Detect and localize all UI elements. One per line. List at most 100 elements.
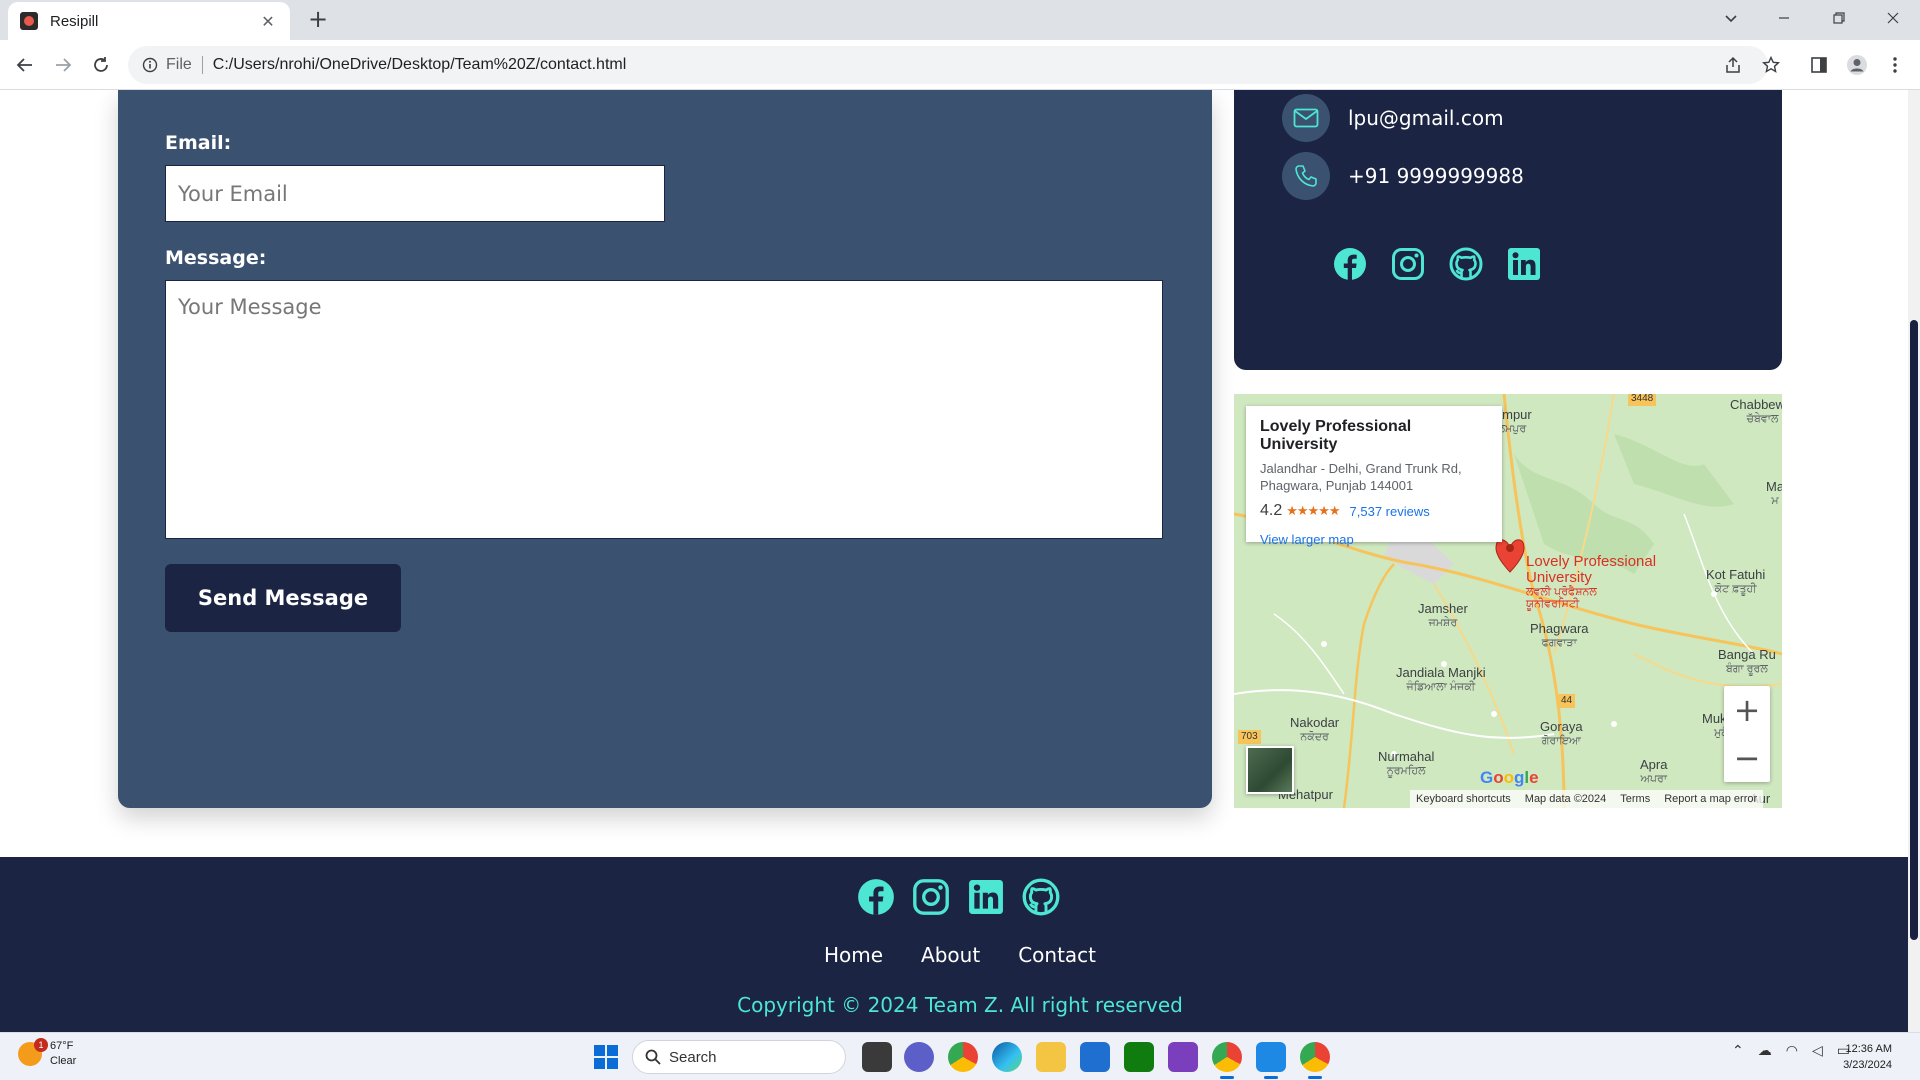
minimize-icon <box>1779 17 1789 19</box>
chrome-icon[interactable] <box>948 1042 978 1072</box>
tab-close-button[interactable]: ✕ <box>258 12 278 31</box>
system-tray: ⌃ ☁ ◠ ◁ ▭ <box>1732 1043 1850 1059</box>
tab-title: Resipill <box>50 12 99 30</box>
email-field[interactable] <box>165 165 665 222</box>
road-badge: 44 <box>1558 694 1576 708</box>
contact-email[interactable]: lpu@gmail.com <box>1348 106 1504 130</box>
xbox-icon[interactable] <box>1124 1042 1154 1072</box>
scrollbar-thumb[interactable] <box>1910 320 1918 940</box>
message-label: Message: <box>165 247 267 269</box>
taskbar-clock[interactable]: 12:36 AM 3/23/2024 <box>1843 1041 1892 1073</box>
satellite-toggle-button[interactable] <box>1246 746 1294 794</box>
weather-moon-icon: 1 <box>18 1038 48 1066</box>
file-explorer-icon[interactable] <box>1036 1042 1066 1072</box>
pin-label: Lovely Professional University ਲਵਲੀ ਪ੍ਰੋ… <box>1526 553 1657 611</box>
minimize-button[interactable] <box>1757 0 1811 36</box>
footer-social-links <box>856 877 1061 917</box>
reload-button[interactable] <box>86 50 116 80</box>
map-town: Chabbewalਚੱਬੇਵਾਲ <box>1730 397 1782 426</box>
info-icon <box>142 57 158 73</box>
contact-info-card: lpu@gmail.com +91 9999999988 <box>1234 90 1782 370</box>
view-larger-map-link[interactable]: View larger map <box>1260 532 1488 547</box>
email-row: lpu@gmail.com <box>1282 94 1504 142</box>
site-favicon-icon <box>20 12 38 30</box>
footer-link-about[interactable]: About <box>921 943 980 967</box>
map-town: Nakodar ਨਕੋਦਰ <box>1290 715 1340 744</box>
footer-link-contact[interactable]: Contact <box>1018 943 1096 967</box>
place-card: Lovely Professional University Jalandhar… <box>1246 406 1502 547</box>
send-message-button[interactable]: Send Message <box>165 564 401 632</box>
keyboard-shortcuts-link[interactable]: Keyboard shortcuts <box>1416 793 1511 805</box>
linkedin-icon[interactable] <box>966 877 1006 917</box>
chevron-up-icon[interactable]: ⌃ <box>1732 1043 1744 1059</box>
phone-row: +91 9999999988 <box>1282 152 1524 200</box>
github-icon[interactable] <box>1448 246 1484 282</box>
github-icon[interactable] <box>1021 877 1061 917</box>
instagram-icon[interactable] <box>911 877 951 917</box>
browser-toolbar: File C:/Users/nrohi/OneDrive/Desktop/Tea… <box>0 40 1920 90</box>
linkedin-icon[interactable] <box>1506 246 1542 282</box>
map-town: Banga Ru ਬੰਗਾ ਰੂਰਲ <box>1718 647 1776 676</box>
back-button[interactable] <box>10 50 40 80</box>
store-icon[interactable] <box>1080 1042 1110 1072</box>
footer-link-home[interactable]: Home <box>824 943 883 967</box>
message-field[interactable] <box>165 280 1163 539</box>
contact-phone[interactable]: +91 9999999988 <box>1348 164 1524 188</box>
os-taskbar: 1 67°F Clear Search ⌃ ☁ ◠ ◁ ▭ 12:36 AM 3… <box>0 1032 1920 1080</box>
chevron-down-icon <box>1725 15 1737 23</box>
new-tab-button[interactable]: + <box>304 6 332 34</box>
map-data-text: Map data ©2024 <box>1524 793 1607 805</box>
footer-nav: Home About Contact <box>0 943 1920 967</box>
volume-muted-icon[interactable]: ◁ <box>1812 1043 1823 1059</box>
place-address: Jalandhar - Delhi, Grand Trunk Rd, Phagw… <box>1260 461 1462 493</box>
edge-icon[interactable] <box>992 1042 1022 1072</box>
reviews-link[interactable]: 7,537 reviews <box>1350 504 1430 519</box>
search-icon <box>645 1049 661 1065</box>
weather-temp: 67°F <box>50 1040 74 1052</box>
onedrive-icon[interactable]: ☁ <box>1758 1043 1772 1059</box>
instagram-icon[interactable] <box>1390 246 1426 282</box>
zoom-out-button[interactable]: − <box>1724 734 1770 782</box>
bookmark-button[interactable] <box>1758 52 1784 78</box>
restore-button[interactable] <box>1812 0 1866 36</box>
page-scrollbar[interactable] <box>1908 90 1920 1032</box>
taskbar-search[interactable]: Search <box>632 1040 846 1074</box>
terms-link[interactable]: Terms <box>1620 793 1650 805</box>
email-label: Email: <box>165 132 232 154</box>
weather-widget[interactable]: 1 67°F Clear <box>18 1038 76 1069</box>
road-badge: 703 <box>1238 730 1261 744</box>
google-map[interactable]: lampurਲਮਪੁਰ Chabbewalਚੱਬੇਵਾਲ Jamsherਜਮਸ਼… <box>1234 394 1782 808</box>
close-window-button[interactable] <box>1866 0 1920 36</box>
copyright-text: Copyright © 2024 Team Z. All right reser… <box>737 993 1183 1017</box>
task-view-icon[interactable] <box>862 1042 892 1072</box>
report-error-link[interactable]: Report a map error <box>1664 793 1757 805</box>
tab-search-button[interactable] <box>1704 0 1758 36</box>
mail-icon <box>1282 94 1330 142</box>
chrome-profile-icon[interactable] <box>1212 1042 1242 1079</box>
share-button[interactable] <box>1720 52 1746 78</box>
chrome-active-icon[interactable] <box>1300 1042 1330 1079</box>
page-viewport: Email: Message: Send Message lpu@gmail.c… <box>0 90 1920 1032</box>
forward-button[interactable] <box>48 50 78 80</box>
wifi-icon[interactable]: ◠ <box>1786 1043 1798 1059</box>
map-town: Kot Fatuhi ਕੋਟ ਫ਼ਤੂਹੀ <box>1706 567 1766 596</box>
vscode-icon[interactable] <box>1256 1042 1286 1079</box>
browser-tabbar: Resipill ✕ + <box>0 0 1920 40</box>
rating-value: 4.2 <box>1260 502 1283 519</box>
kebab-menu-icon <box>1893 57 1897 73</box>
facebook-icon[interactable] <box>1332 246 1368 282</box>
zoom-in-button[interactable]: + <box>1724 686 1770 734</box>
facebook-icon[interactable] <box>856 877 896 917</box>
profile-button[interactable] <box>1844 52 1870 78</box>
menu-button[interactable] <box>1882 52 1908 78</box>
address-bar[interactable]: File C:/Users/nrohi/OneDrive/Desktop/Tea… <box>128 46 1768 84</box>
teams-chat-icon[interactable] <box>904 1042 934 1072</box>
close-icon <box>1887 12 1899 24</box>
star-icon <box>1762 56 1780 73</box>
app-icon[interactable] <box>1168 1042 1198 1072</box>
browser-tab[interactable]: Resipill ✕ <box>8 2 290 40</box>
restore-icon <box>1833 12 1845 24</box>
map-town: Apra ਅਪਰਾ <box>1640 757 1668 786</box>
start-button[interactable] <box>594 1045 618 1069</box>
side-panel-button[interactable] <box>1806 52 1832 78</box>
